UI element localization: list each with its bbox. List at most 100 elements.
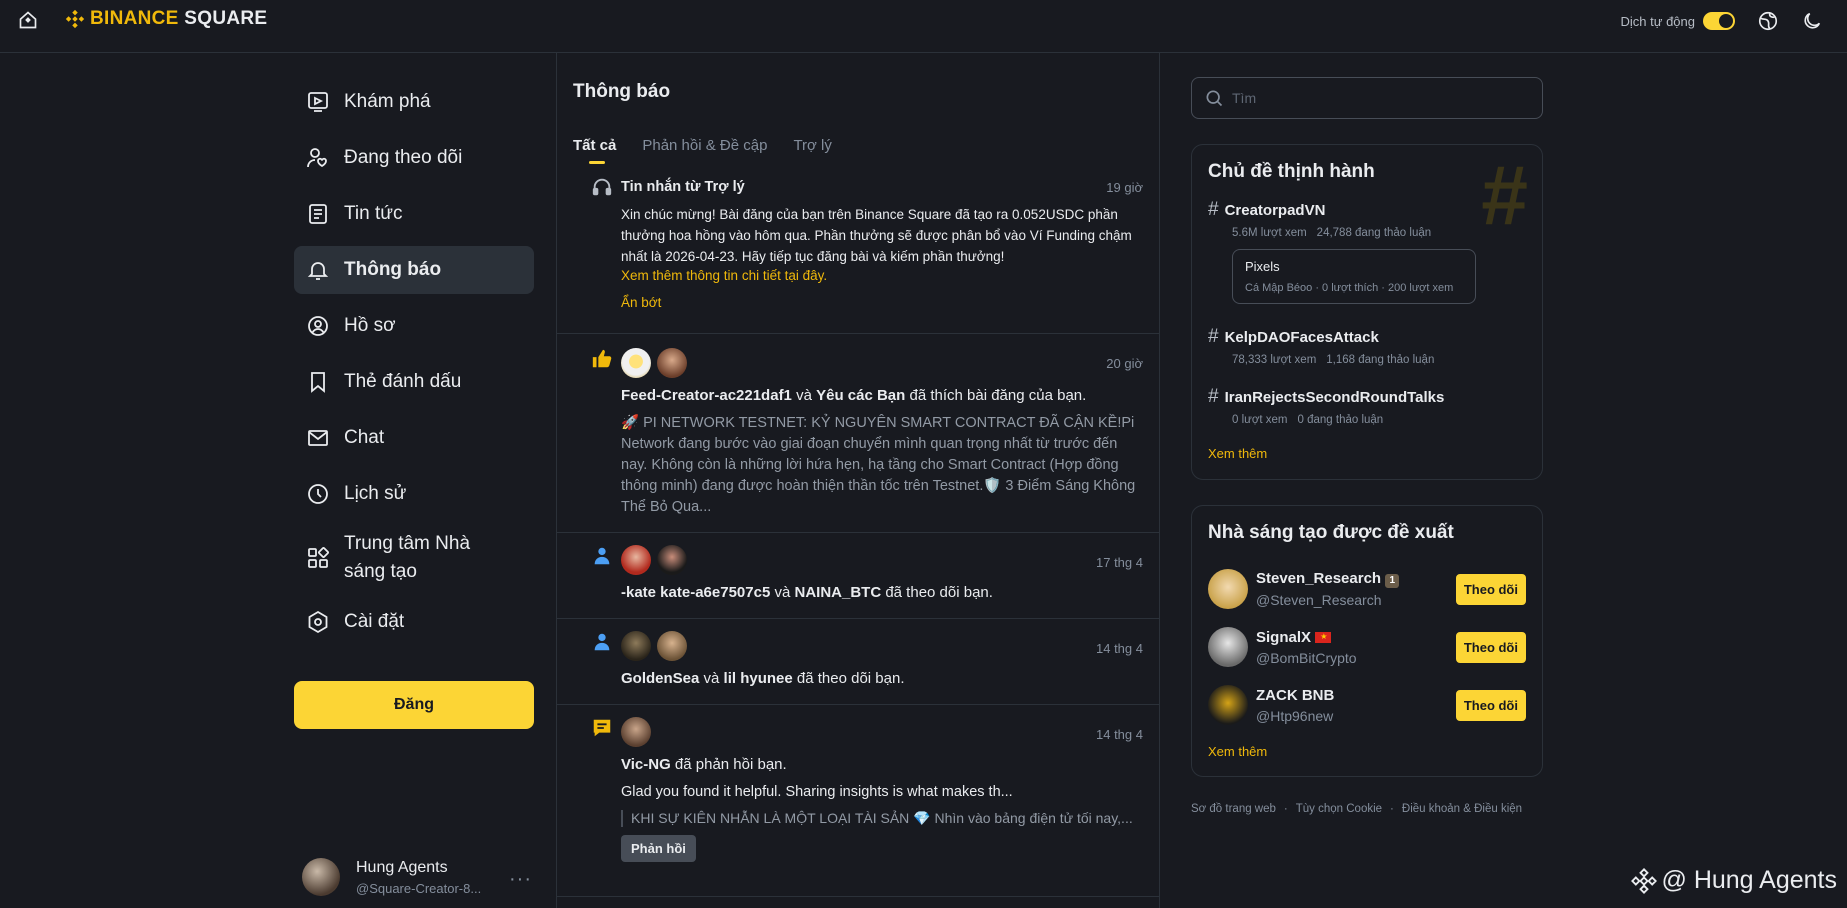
- user-icon: [594, 547, 610, 565]
- avatar[interactable]: [621, 631, 651, 661]
- tab-assistant[interactable]: Trợ lý: [793, 137, 831, 154]
- trending-see-more-link[interactable]: Xem thêm: [1208, 446, 1526, 461]
- nav-item-notifications[interactable]: Thông báo: [294, 246, 534, 294]
- notification-text: Vic-NG đã phản hồi bạn.: [621, 756, 1143, 773]
- nav-item-news[interactable]: Tin tức: [294, 190, 534, 238]
- creator-row[interactable]: SignalX ★ @BomBitCrypto Theo dõi: [1208, 618, 1526, 676]
- avatar[interactable]: [657, 631, 687, 661]
- nav-item-bookmarks[interactable]: Thẻ đánh dấu: [294, 358, 534, 406]
- avatar[interactable]: [657, 348, 687, 378]
- topic-name: CreatorpadVN: [1224, 201, 1326, 219]
- creators-see-more-link[interactable]: Xem thêm: [1208, 744, 1526, 759]
- actor-name[interactable]: -kate kate-a6e7507c5: [621, 584, 770, 601]
- notification-time: 20 giờ: [1106, 356, 1143, 371]
- avatar[interactable]: [1208, 685, 1248, 725]
- grid-icon: [308, 547, 329, 568]
- binance-square-logo[interactable]: BINANCE SQUARE: [64, 8, 267, 30]
- follow-button[interactable]: Theo dõi: [1455, 631, 1526, 663]
- avatar[interactable]: [657, 545, 687, 575]
- topic-discussing: 1,168 đang thảo luận: [1326, 354, 1435, 366]
- nav-item-settings[interactable]: Cài đặt: [294, 598, 534, 646]
- clock-icon: [308, 484, 328, 504]
- actor-name[interactable]: Vic-NG: [621, 756, 671, 773]
- avatar[interactable]: [1208, 569, 1248, 609]
- globe-icon[interactable]: [1757, 10, 1779, 32]
- nav-label: Thông báo: [344, 259, 442, 280]
- follow-button[interactable]: Theo dõi: [1455, 573, 1526, 605]
- actor-name[interactable]: NAINA_BTC: [794, 584, 881, 601]
- following-icon: [307, 148, 327, 168]
- binance-logo-icon: [65, 9, 85, 29]
- list-item[interactable]: 20 giờ Feed-Creator-ac221daf1 và Yêu các…: [557, 334, 1159, 533]
- list-item[interactable]: 14 thg 4 GoldenSea và lil hyunee đã theo…: [557, 619, 1159, 705]
- collapse-link[interactable]: Ẩn bớt: [621, 295, 1143, 310]
- notification-time: 19 giờ: [1106, 180, 1143, 195]
- nav-label: Tin tức: [344, 203, 403, 224]
- post-button[interactable]: Đăng: [294, 681, 534, 729]
- nav-label: Trung tâm Nhà sáng tạo: [344, 533, 471, 582]
- action-text: đã phản hồi bạn.: [674, 756, 787, 773]
- featured-post[interactable]: Pixels Cá Mập Béoo · 0 lượt thích · 200 …: [1232, 249, 1476, 304]
- moon-icon[interactable]: [1801, 10, 1823, 32]
- trending-topic[interactable]: # KelpDAOFacesAttack 78,333 lượt xem 1,168…: [1208, 326, 1526, 366]
- post-excerpt[interactable]: 🚀 PI NETWORK TESTNET: KỶ NGUYÊN SMART CO…: [621, 413, 1143, 518]
- notification-title: Tin nhắn từ Trợ lý: [621, 179, 745, 195]
- actor-name[interactable]: Yêu các Bạn: [816, 387, 905, 404]
- topic-name: IranRejectsSecondRoundTalks: [1224, 388, 1445, 406]
- search-input[interactable]: Tìm: [1191, 77, 1543, 119]
- topic-name: KelpDAOFacesAttack: [1224, 328, 1379, 346]
- actor-avatars: [621, 533, 1143, 575]
- list-item[interactable]: 14 thg 4 Vic-NG đã phản hồi bạn. Glad yo…: [557, 705, 1159, 897]
- nav-item-profile[interactable]: Hồ sơ: [294, 302, 534, 350]
- nav-label: Cài đặt: [344, 611, 405, 632]
- notification-time: 14 thg 4: [1096, 727, 1143, 742]
- brand-name: BINANCE: [90, 8, 179, 29]
- creator-name: ZACK BNB: [1256, 686, 1335, 704]
- auto-translate-toggle[interactable]: [1703, 12, 1735, 30]
- tab-all[interactable]: Tất cả: [573, 137, 616, 164]
- joiner-text: và: [774, 584, 791, 601]
- avatar[interactable]: [621, 545, 651, 575]
- creator-handle: @BomBitCrypto: [1256, 649, 1357, 666]
- nav-label: Hồ sơ: [344, 315, 396, 336]
- home-icon[interactable]: [18, 10, 38, 30]
- details-link[interactable]: Xem thêm thông tin chi tiết tại đây.: [621, 268, 1143, 283]
- trending-topic[interactable]: # CreatorpadVN 5.6M lượt xem 24,788 đang t…: [1208, 199, 1526, 304]
- creator-row[interactable]: ZACK BNB @Htp96new Theo dõi: [1208, 676, 1526, 734]
- trending-title: Chủ đề thịnh hành: [1208, 161, 1375, 182]
- nav-label: Thẻ đánh dấu: [344, 371, 462, 392]
- hashtag-icon: #: [1208, 326, 1219, 347]
- nav-item-history[interactable]: Lịch sử: [294, 470, 534, 518]
- creator-name: Steven_Research: [1256, 570, 1382, 587]
- avatar[interactable]: [1208, 627, 1248, 667]
- follow-button[interactable]: Theo dõi: [1455, 689, 1526, 721]
- footer-link-cookies[interactable]: Tùy chọn Cookie: [1296, 803, 1382, 815]
- reply-text: Glad you found it helpful. Sharing insig…: [621, 784, 1013, 800]
- actor-name[interactable]: GoldenSea: [621, 670, 699, 687]
- footer-link-terms[interactable]: Điều khoản & Điều kiện: [1402, 803, 1522, 815]
- list-item[interactable]: 17 thg 4 -kate kate-a6e7507c5 và NAINA_B…: [557, 533, 1159, 619]
- nav-item-following[interactable]: Đang theo dõi: [294, 134, 534, 182]
- nav-item-discover[interactable]: Khám phá: [294, 78, 534, 126]
- creator-row[interactable]: Steven_Research 1 @Steven_Research Theo …: [1208, 560, 1526, 618]
- tab-replies-mentions[interactable]: Phản hồi & Đề cập: [642, 137, 767, 154]
- headset-icon: [592, 178, 612, 196]
- topic-discussing: 0 đang thảo luận: [1297, 414, 1384, 426]
- nav-item-creator-center[interactable]: Trung tâm Nhà sáng tạo: [294, 526, 534, 590]
- notification-time: 14 thg 4: [1096, 641, 1143, 656]
- trending-topic[interactable]: # IranRejectsSecondRoundTalks 0 lượt xem 0…: [1208, 386, 1526, 426]
- avatar[interactable]: [621, 348, 651, 378]
- actor-name[interactable]: lil hyunee: [724, 670, 793, 687]
- current-user[interactable]: Hung Agents @Square-Creator-8... ···: [302, 858, 532, 896]
- footer-link-sitemap[interactable]: Sơ đồ trang web: [1191, 803, 1276, 815]
- actor-name[interactable]: Feed-Creator-ac221daf1: [621, 387, 792, 404]
- user-icon: [594, 633, 610, 651]
- more-options-icon[interactable]: ···: [509, 868, 532, 891]
- quoted-post[interactable]: KHI SỰ KIÊN NHẪN LÀ MỘT LOẠI TÀI SẢN 💎 N…: [621, 810, 1143, 827]
- reply-button[interactable]: Phản hồi: [621, 835, 696, 862]
- list-item[interactable]: [557, 897, 1159, 908]
- nav-item-chat[interactable]: Chat: [294, 414, 534, 462]
- actor-avatars: [621, 619, 1143, 661]
- list-item[interactable]: 19 giờ Tin nhắn từ Trợ lý Xin chúc mừng!…: [557, 164, 1159, 334]
- avatar[interactable]: [621, 717, 651, 747]
